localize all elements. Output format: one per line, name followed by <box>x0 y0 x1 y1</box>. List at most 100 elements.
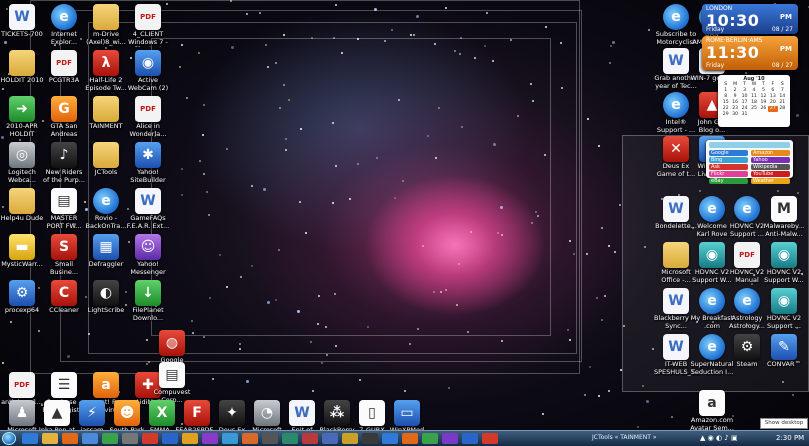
taskbar-app-icon[interactable] <box>182 433 198 444</box>
taskbar-clock[interactable]: 2:30 PM <box>776 434 804 442</box>
search-engine-button[interactable]: Flickr <box>709 171 748 177</box>
toolbar-labels[interactable]: JCTools « TAINMENT » <box>592 434 657 441</box>
desktop-icon[interactable]: M Malwareby... Anti-Malw... <box>762 196 806 238</box>
calendar-gadget[interactable]: Aug '10 S M T W T F S 1 2 3 4 5 6 7 8 9 10 11 12 13 14 15 16 17… <box>718 75 790 127</box>
calendar-day[interactable]: 29 <box>721 112 730 118</box>
desktop-icon-label: 4_CLIENT Windows 7 - Shortcut Product... <box>128 31 168 47</box>
search-engine-button[interactable]: Google <box>709 150 748 156</box>
star <box>646 400 650 404</box>
desktop-icon[interactable]: ◉ HDVNC V2 Support W... <box>762 242 806 284</box>
desktop-icon[interactable]: ⚙ procexp64 <box>0 280 44 315</box>
taskbar-app-icon[interactable] <box>162 433 178 444</box>
taskbar-app-icon[interactable] <box>422 433 438 444</box>
star <box>611 41 615 45</box>
doc-icon: W <box>289 400 315 426</box>
clock-time: 11:30 <box>706 43 760 62</box>
pdf-icon: PDF <box>51 50 77 76</box>
star <box>597 145 600 148</box>
desktop-icon[interactable]: PDF Alice in Wonderla... <box>126 96 170 138</box>
taskbar-app-icon[interactable] <box>242 433 258 444</box>
calendar-day[interactable] <box>759 112 768 118</box>
desktop-icon[interactable]: ◉ Active WebCam (2) <box>126 50 170 92</box>
taskbar-app-icon[interactable] <box>122 433 138 444</box>
taskbar-media-icon[interactable] <box>62 433 78 444</box>
desktop-icon[interactable]: ✎ CONVAR™ <box>762 334 806 369</box>
folder-icon <box>93 96 119 122</box>
taskbar-app-icon[interactable] <box>362 433 378 444</box>
gray-icon: ◔ <box>254 400 280 426</box>
search-engine-button[interactable]: Yahoo <box>751 157 790 163</box>
desktop-icon[interactable]: W TICKETS-700 <box>0 4 44 39</box>
desktop-icon[interactable]: PDF4_CLIENT Windows 7 - Shortcut Product… <box>126 4 170 47</box>
desktop-icon[interactable]: ▤ MASTER PORT FW... <box>42 188 86 230</box>
clock-date: 08 / 27 <box>771 26 793 33</box>
desktop-icon[interactable]: HOLDIT 2010 <box>0 50 44 85</box>
gray-icon: ◎ <box>9 142 35 168</box>
desktop-icon[interactable]: ◉ HDVNC V2 Support ... <box>762 288 806 330</box>
calendar-day[interactable]: 30 <box>730 112 739 118</box>
taskbar-app-icon[interactable] <box>442 433 458 444</box>
calendar-day[interactable] <box>778 112 787 118</box>
blue-icon: ✱ <box>135 142 161 168</box>
taskbar-app-icon[interactable] <box>322 433 338 444</box>
desktop-icon[interactable]: ➜ 2010-APR HOLDIT <box>0 96 44 138</box>
desktop-icon[interactable]: m-Drive (Axel)8_wi... <box>84 4 128 46</box>
search-gadget-bar[interactable] <box>709 142 790 148</box>
calendar-day[interactable]: 31 <box>740 112 749 118</box>
desktop-icon[interactable]: W GameFAQs F.E.A.R. Ext... <box>126 188 170 230</box>
calendar-day[interactable] <box>749 112 758 118</box>
red-icon: ◍ <box>159 330 185 356</box>
taskbar-app-icon[interactable] <box>202 433 218 444</box>
desktop-icon[interactable]: G GTA San Andreas <box>42 96 86 138</box>
tray-icons[interactable]: ▲ ◉ ◐ ♪ ▣ <box>700 434 738 442</box>
search-engine-button[interactable]: Wikipedia <box>751 164 790 170</box>
taskbar-app-icon[interactable] <box>222 433 238 444</box>
desktop-icon[interactable]: ▤Compuvest Corp... <box>150 362 194 404</box>
search-engine-button[interactable]: Weather <box>751 178 790 184</box>
search-engine-button[interactable]: eBay <box>709 178 748 184</box>
star <box>589 365 592 368</box>
green-icon: ↓ <box>135 280 161 306</box>
search-engine-button[interactable]: Amazon <box>751 150 790 156</box>
show-desktop-tooltip: Show desktop <box>760 418 808 429</box>
taskbar-app-icon[interactable] <box>342 433 358 444</box>
desktop-icon[interactable]: a Amazon.com Avatar Sem... <box>690 390 734 432</box>
taskbar-app-icon[interactable] <box>262 433 278 444</box>
taskbar-app-icon[interactable] <box>382 433 398 444</box>
clock-gadget-rome[interactable]: ROME·BERLIN·AMS 11:30 PM Friday 08 / 27 <box>702 36 798 70</box>
search-engine-button[interactable]: Bing <box>709 157 748 163</box>
desktop-icon[interactable]: C CCleaner <box>42 280 86 315</box>
desktop-icon[interactable]: ◐ LightScribe <box>84 280 128 315</box>
desktop-icon[interactable]: e Rovio - BackOnTra... <box>84 188 128 230</box>
taskbar-ie-icon[interactable] <box>22 433 38 444</box>
desktop-icon[interactable]: ♪ New Riders of the Purp... <box>42 142 86 184</box>
taskbar-app-icon[interactable] <box>462 433 478 444</box>
desktop-icon[interactable]: ↓ FilePlanet Downlo... <box>126 280 170 322</box>
taskbar-explorer-icon[interactable] <box>42 433 58 444</box>
desktop-icon[interactable]: ✱ Yahoo! SiteBuilder <box>126 142 170 184</box>
taskbar-app-icon[interactable] <box>482 433 498 444</box>
taskbar-app-icon[interactable] <box>302 433 318 444</box>
desktop-icon[interactable]: ▦ Defraggler <box>84 234 128 269</box>
taskbar-app-icon[interactable] <box>142 433 158 444</box>
desktop-icon[interactable]: λ Half-Life 2 Episode Tw... <box>84 50 128 92</box>
desktop-icon[interactable]: ▬ MysticWarr... <box>0 234 44 269</box>
desktop-icon[interactable]: ◎ Logitech Webca... <box>0 142 44 184</box>
search-gadget[interactable]: Google Amazon Bing Yahoo Ask Wikipedia Flickr Y… <box>706 140 793 184</box>
search-engine-button[interactable]: Ask <box>709 164 748 170</box>
desktop-icon[interactable]: JCTools <box>84 142 128 177</box>
desktop-icon[interactable]: ☺ Yahoo! Messenger <box>126 234 170 276</box>
desktop-icon[interactable]: Help4u Dude <box>0 188 44 223</box>
taskbar-app-icon[interactable] <box>102 433 118 444</box>
clock-gadget-london[interactable]: LONDON 10:30 PM Friday 08 / 27 <box>702 4 798 34</box>
calendar-day[interactable] <box>768 112 777 118</box>
desktop-icon[interactable]: TAINMENT <box>84 96 128 131</box>
taskbar-app-icon[interactable] <box>402 433 418 444</box>
desktop-icon[interactable]: e Internet Explor... <box>42 4 86 46</box>
desktop-icon[interactable]: PDF PCGTR3A <box>42 50 86 85</box>
start-button[interactable] <box>2 432 16 445</box>
taskbar-app-icon[interactable] <box>82 433 98 444</box>
desktop-icon[interactable]: S Small Busine... <box>42 234 86 276</box>
taskbar-app-icon[interactable] <box>282 433 298 444</box>
search-engine-button[interactable]: YouTube <box>751 171 790 177</box>
